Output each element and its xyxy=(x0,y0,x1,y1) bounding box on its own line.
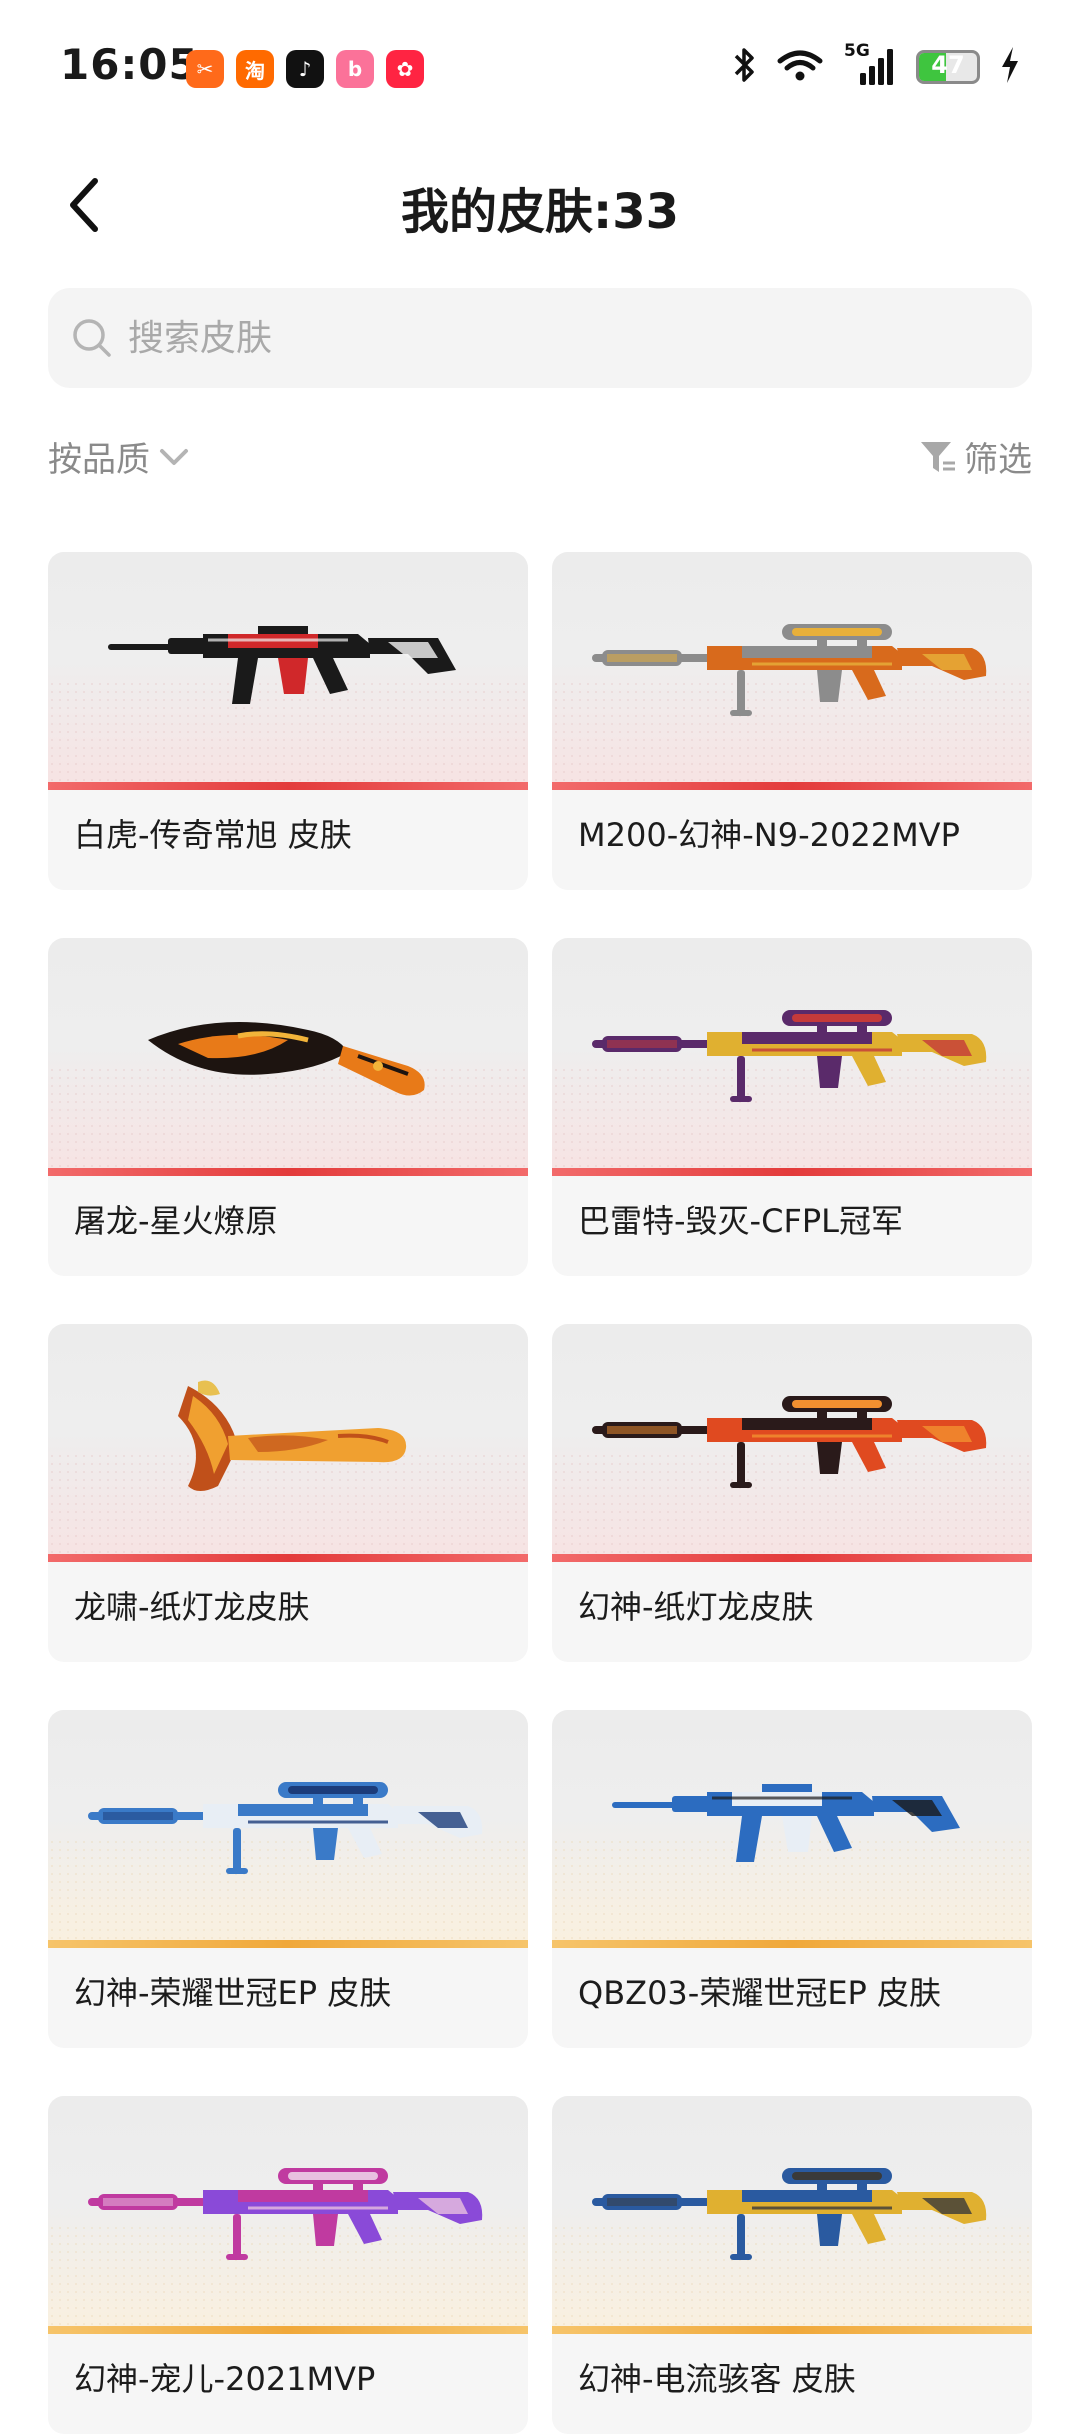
bilibili-icon: b xyxy=(336,50,374,88)
knife-image xyxy=(138,1000,438,1114)
skin-card[interactable]: 巴雷特-毁灭-CFPL冠军 xyxy=(552,938,1032,1276)
sniper-image xyxy=(88,1772,488,1886)
skin-card[interactable]: 屠龙-星火燎原 xyxy=(48,938,528,1276)
skin-name: M200-幻神-N9-2022MVP xyxy=(578,816,960,854)
quality-bar xyxy=(552,1554,1032,1562)
skin-image xyxy=(48,1710,528,1948)
search-icon xyxy=(70,316,114,360)
battery-icon: 47 xyxy=(916,50,980,84)
skin-image xyxy=(48,552,528,790)
skin-card[interactable]: QBZ03-荣耀世冠EP 皮肤 xyxy=(552,1710,1032,2048)
sniper-image xyxy=(88,2158,488,2272)
filter-icon xyxy=(921,441,955,472)
battery-level-text: 47 xyxy=(931,51,965,79)
sort-dropdown[interactable]: 按品质 xyxy=(48,432,192,481)
axe-image xyxy=(158,1376,418,1510)
notification-icons: ✂ 淘 ♪ b ✿ xyxy=(186,50,424,88)
quality-bar xyxy=(552,2326,1032,2334)
skin-name: 幻神-荣耀世冠EP 皮肤 xyxy=(74,1974,392,2012)
skin-card[interactable]: 龙啸-纸灯龙皮肤 xyxy=(48,1324,528,1662)
quality-bar xyxy=(48,1554,528,1562)
rifle-image xyxy=(108,614,468,728)
skin-card[interactable]: 幻神-宠儿-2021MVP xyxy=(48,2096,528,2434)
taobao-icon: 淘 xyxy=(236,50,274,88)
skin-card[interactable]: 幻神-荣耀世冠EP 皮肤 xyxy=(48,1710,528,2048)
skin-image xyxy=(552,552,1032,790)
skin-image xyxy=(552,1324,1032,1562)
quality-bar xyxy=(552,1168,1032,1176)
skin-image xyxy=(48,938,528,1176)
skin-image xyxy=(48,1324,528,1562)
search-input[interactable] xyxy=(126,316,1010,360)
rifle-image xyxy=(612,1772,972,1886)
quality-bar xyxy=(552,782,1032,790)
sort-label: 按品质 xyxy=(48,440,150,480)
sniper-image xyxy=(592,1386,992,1500)
search-box[interactable] xyxy=(48,288,1032,388)
skin-image xyxy=(552,938,1032,1176)
notification-app-icon: ✂ xyxy=(186,50,224,88)
system-icons: 5G 47 xyxy=(732,41,1020,88)
skin-card[interactable]: 幻神-电流骇客 皮肤 xyxy=(552,2096,1032,2434)
charging-icon xyxy=(1000,46,1020,88)
cellular-signal-icon: 5G xyxy=(844,41,896,87)
skin-image xyxy=(552,2096,1032,2334)
filter-label: 筛选 xyxy=(964,440,1032,480)
skin-card[interactable]: M200-幻神-N9-2022MVP xyxy=(552,552,1032,890)
quality-bar xyxy=(552,1940,1032,1948)
sniper-image xyxy=(592,2158,992,2272)
quality-bar xyxy=(48,782,528,790)
sniper-image xyxy=(592,614,992,728)
chevron-down-icon xyxy=(160,448,188,465)
skin-name: QBZ03-荣耀世冠EP 皮肤 xyxy=(578,1974,942,2012)
status-time: 16:05 xyxy=(60,40,199,89)
skin-name: 巴雷特-毁灭-CFPL冠军 xyxy=(578,1202,903,1240)
wifi-icon xyxy=(776,47,824,87)
sniper-image xyxy=(592,1000,992,1114)
skin-name: 屠龙-星火燎原 xyxy=(74,1202,278,1240)
status-bar: 16:05 ✂ 淘 ♪ b ✿ 5G 47 xyxy=(0,0,1080,140)
skin-grid: 白虎-传奇常旭 皮肤 M200-幻神-N9-2022MVP 屠龙-星火燎原 巴雷… xyxy=(48,552,1032,2434)
skin-image xyxy=(552,1710,1032,1948)
page-header: 我的皮肤:33 xyxy=(0,150,1080,260)
quality-bar xyxy=(48,1168,528,1176)
quality-bar xyxy=(48,2326,528,2334)
skin-card[interactable]: 幻神-纸灯龙皮肤 xyxy=(552,1324,1032,1662)
tiktok-icon: ♪ xyxy=(286,50,324,88)
red-app-icon: ✿ xyxy=(386,50,424,88)
skin-card[interactable]: 白虎-传奇常旭 皮肤 xyxy=(48,552,528,890)
page-title: 我的皮肤:33 xyxy=(401,184,679,240)
quality-bar xyxy=(48,1940,528,1948)
skin-name: 龙啸-纸灯龙皮肤 xyxy=(74,1588,310,1626)
filter-button[interactable]: 筛选 xyxy=(918,432,1032,481)
skin-image xyxy=(48,2096,528,2334)
skin-name: 幻神-宠儿-2021MVP xyxy=(74,2360,376,2398)
skin-name: 白虎-传奇常旭 皮肤 xyxy=(74,816,352,854)
bluetooth-icon xyxy=(732,46,756,88)
sort-filter-row: 按品质 筛选 xyxy=(48,432,1032,492)
skin-name: 幻神-电流骇客 皮肤 xyxy=(578,2360,856,2398)
skin-name: 幻神-纸灯龙皮肤 xyxy=(578,1588,814,1626)
